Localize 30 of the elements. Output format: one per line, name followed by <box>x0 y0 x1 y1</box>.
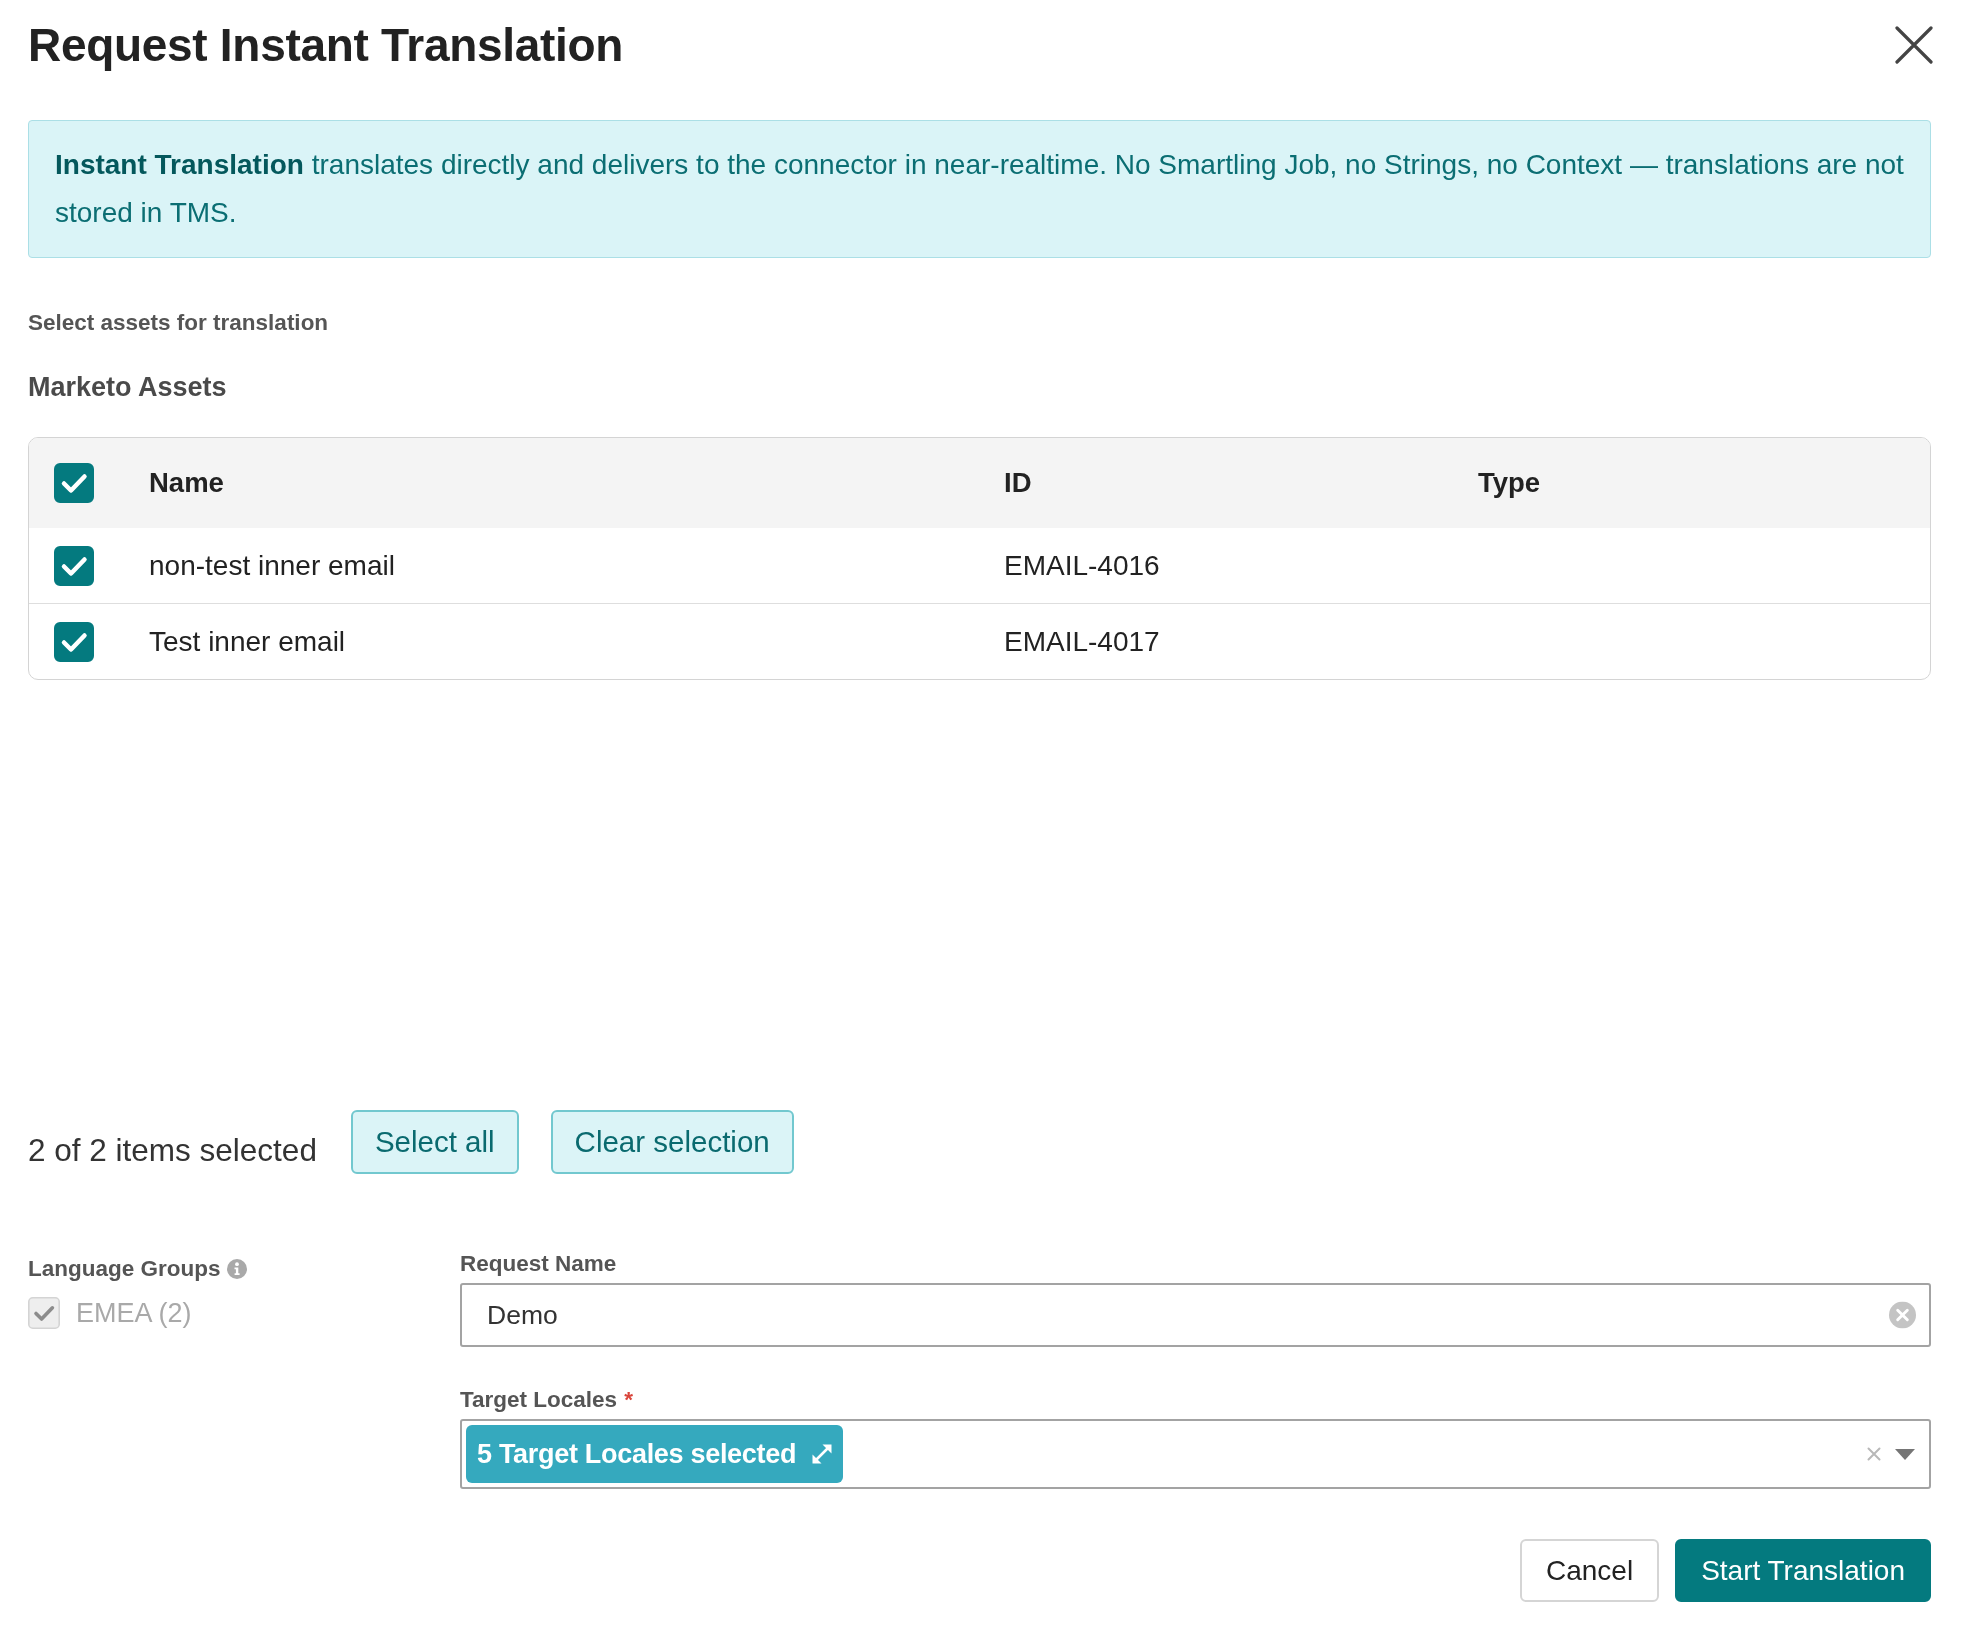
checkbox[interactable] <box>54 463 94 503</box>
checkbox[interactable] <box>54 545 94 586</box>
table-cell: non-test inner email <box>149 549 395 582</box>
dialog-title: Request Instant Translation <box>28 19 624 71</box>
field-label: Language Groups <box>28 1255 221 1282</box>
select-all-button[interactable]: Select all <box>350 1110 519 1174</box>
column-header: Name <box>149 467 224 499</box>
info-message: Instant Translation translates directly and delivers to the connector in near-realtime. No Smartling Job, no Strings, no Context — translations are not stored in TMS. <box>55 148 1904 230</box>
required-mark: * <box>624 1386 633 1413</box>
table-cell: EMAIL-4017 <box>1004 625 1160 658</box>
column-header: ID <box>1004 467 1032 499</box>
column-header: Type <box>1478 467 1541 499</box>
info-icon[interactable] <box>226 1258 247 1279</box>
primary-button[interactable]: Start Translation <box>1675 1539 1931 1602</box>
request-name-input[interactable]: Demo <box>460 1283 1931 1347</box>
checkbox-label: EMEA (2) <box>76 1297 192 1329</box>
field-label: Target Locales <box>460 1386 618 1413</box>
table-title: Marketo Assets <box>28 371 227 403</box>
close-button[interactable] <box>1895 26 1933 64</box>
selection-count: 2 of 2 items selected <box>28 1131 317 1169</box>
secondary-button[interactable]: Cancel <box>1519 1539 1660 1602</box>
field-label: Request Name <box>460 1250 617 1277</box>
table-cell: Test inner email <box>149 625 346 658</box>
clear-selection-button[interactable]: Clear selection <box>550 1110 794 1174</box>
checkbox[interactable] <box>54 621 94 662</box>
table-cell: EMAIL-4016 <box>1004 549 1160 582</box>
section-label: Select assets for translation <box>28 309 329 336</box>
expand-icon <box>810 1442 835 1466</box>
caret-down-icon[interactable] <box>1895 1448 1915 1460</box>
close-icon <box>1895 26 1933 64</box>
